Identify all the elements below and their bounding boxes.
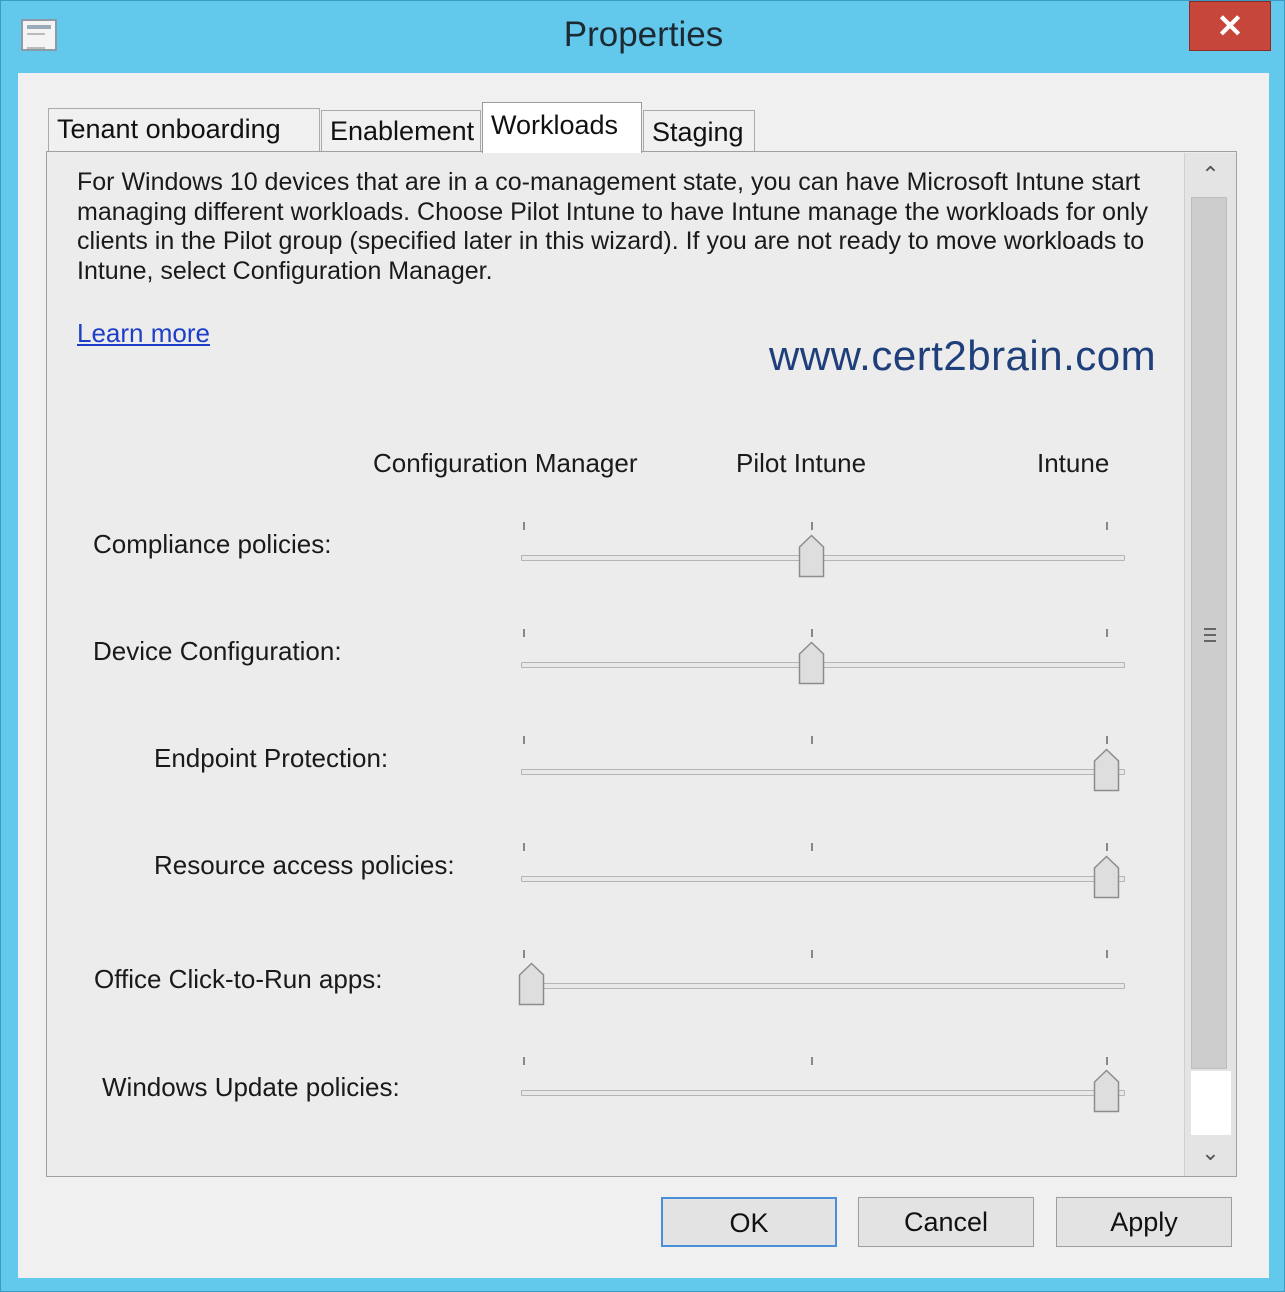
learn-more-link[interactable]: Learn more — [77, 318, 210, 349]
slider-tick — [523, 1057, 525, 1065]
scroll-up-icon[interactable]: ⌃ — [1185, 155, 1236, 195]
title-bar[interactable]: Properties ✕ — [1, 1, 1285, 73]
scrollbar-thumb[interactable] — [1191, 197, 1227, 1069]
slider-tick — [1106, 950, 1108, 958]
slider-track[interactable] — [521, 876, 1125, 882]
scrollbar-track[interactable] — [1191, 1071, 1231, 1135]
endpoint-protection-label: Endpoint Protection: — [154, 743, 389, 773]
slider-thumb[interactable] — [798, 534, 825, 578]
tab-enablement[interactable]: Enablement — [321, 110, 481, 153]
slider-tick — [523, 522, 525, 530]
compliance-policies-slider[interactable] — [521, 522, 1125, 592]
slider-tick — [1106, 522, 1108, 530]
apply-button[interactable]: Apply — [1056, 1197, 1232, 1247]
windows-update-policies-label: Windows Update policies: — [102, 1072, 400, 1102]
resource-access-policies-slider[interactable] — [521, 843, 1125, 913]
slider-thumb[interactable] — [798, 641, 825, 685]
device-configuration-label: Device Configuration: — [93, 636, 342, 666]
slider-tick — [811, 843, 813, 851]
vertical-scrollbar[interactable]: ⌃ ⌄ — [1184, 153, 1236, 1176]
slider-tick — [523, 950, 525, 958]
slider-thumb[interactable] — [1093, 748, 1120, 792]
slider-track[interactable] — [521, 1090, 1125, 1096]
resource-access-policies-label: Resource access policies: — [154, 850, 455, 880]
slider-track[interactable] — [521, 769, 1125, 775]
slider-tick — [523, 629, 525, 637]
slider-tick — [811, 950, 813, 958]
column-intune: Intune — [1037, 448, 1110, 478]
office-click-to-run-label: Office Click-to-Run apps: — [94, 964, 383, 994]
compliance-policies-label: Compliance policies: — [93, 529, 332, 559]
slider-tick — [1106, 1057, 1108, 1065]
properties-window: Properties ✕ Tenant onboarding Enablemen… — [0, 0, 1285, 1292]
dialog-body: Tenant onboarding Enablement Workloads S… — [18, 73, 1269, 1278]
endpoint-protection-slider[interactable] — [521, 736, 1125, 806]
workloads-panel: For Windows 10 devices that are in a co-… — [46, 151, 1237, 1177]
grip-icon — [1204, 628, 1216, 642]
office-click-to-run-slider[interactable] — [518, 950, 1125, 1020]
tab-tenant-onboarding[interactable]: Tenant onboarding — [48, 108, 320, 153]
slider-tick — [523, 843, 525, 851]
slider-tick — [523, 736, 525, 744]
close-button[interactable]: ✕ — [1189, 1, 1271, 51]
slider-tick — [1106, 736, 1108, 744]
slider-tick — [1106, 843, 1108, 851]
slider-thumb[interactable] — [1093, 1069, 1120, 1113]
windows-update-policies-slider[interactable] — [521, 1057, 1125, 1127]
watermark: www.cert2brain.com — [769, 332, 1157, 379]
slider-thumb[interactable] — [518, 962, 545, 1006]
tab-workloads[interactable]: Workloads — [482, 102, 642, 153]
slider-tick — [1106, 629, 1108, 637]
device-configuration-slider[interactable] — [521, 629, 1125, 699]
cancel-button[interactable]: Cancel — [858, 1197, 1034, 1247]
slider-track[interactable] — [521, 983, 1125, 989]
slider-thumb[interactable] — [1093, 855, 1120, 899]
workloads-description: For Windows 10 devices that are in a co-… — [77, 168, 1149, 285]
slider-tick — [811, 522, 813, 530]
column-configuration-manager: Configuration Manager — [373, 448, 638, 478]
tab-staging[interactable]: Staging — [643, 110, 755, 153]
ok-button[interactable]: OK — [661, 1197, 837, 1247]
column-pilot-intune: Pilot Intune — [736, 448, 867, 478]
window-title: Properties — [563, 15, 724, 54]
slider-tick — [811, 629, 813, 637]
slider-tick — [811, 736, 813, 744]
slider-tick — [811, 1057, 813, 1065]
scroll-down-icon[interactable]: ⌄ — [1185, 1133, 1236, 1173]
